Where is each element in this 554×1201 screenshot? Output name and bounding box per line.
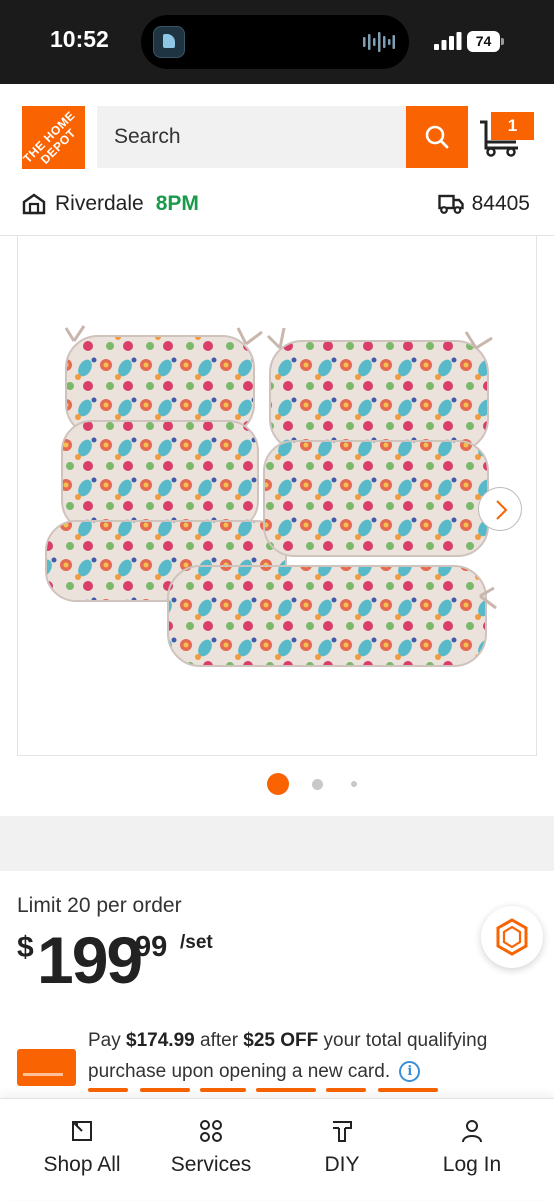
price-currency: $ <box>17 931 34 964</box>
nav-label: Log In <box>442 1153 502 1176</box>
store-selector[interactable]: Riverdale 8PM <box>22 189 199 219</box>
search-button[interactable] <box>406 106 468 168</box>
audio-wave-icon <box>363 32 395 52</box>
nav-shop-all[interactable]: Shop All <box>13 1099 151 1201</box>
zip-code: 84405 <box>471 192 530 215</box>
battery-icon: 74 <box>467 31 504 52</box>
price-cents: 99 <box>135 931 168 963</box>
diy-icon <box>333 1121 352 1142</box>
gallery-dot-active[interactable] <box>267 773 289 795</box>
status-bar: 10:52 74 <box>0 0 554 84</box>
nav-services[interactable]: Services <box>142 1099 280 1201</box>
section-divider <box>0 816 554 871</box>
store-icon <box>22 193 46 215</box>
nav-diy[interactable]: DIY <box>273 1099 411 1201</box>
nav-label: Shop All <box>43 1153 121 1176</box>
user-icon <box>462 1120 482 1143</box>
app-icon <box>153 26 185 58</box>
gallery-dot[interactable] <box>351 781 357 787</box>
nav-label: DIY <box>324 1153 360 1176</box>
site-header: THE HOME DEPOT 1 Riverdale 8PM <box>0 84 554 236</box>
price-whole: 199 <box>37 923 143 997</box>
nav-label: Services <box>170 1153 252 1176</box>
assistant-button[interactable] <box>481 906 543 968</box>
delivery-truck-icon <box>437 194 464 214</box>
store-name: Riverdale <box>55 192 144 215</box>
dynamic-island <box>141 15 409 69</box>
home-depot-logo[interactable]: THE HOME DEPOT <box>22 106 85 169</box>
delivery-zip-selector[interactable]: 84405 <box>437 189 530 219</box>
search-input[interactable] <box>114 125 394 149</box>
gallery-dot[interactable] <box>312 779 323 790</box>
store-close-time: 8PM <box>155 192 199 215</box>
gallery-pagination <box>0 772 554 796</box>
status-time: 10:52 <box>50 26 109 52</box>
battery-level: 74 <box>467 31 500 52</box>
bottom-navigation: Shop All Services DIY Log In <box>0 1098 554 1200</box>
order-limit: Limit 20 per order <box>17 894 182 917</box>
signal-icon <box>434 32 462 50</box>
promo-discount: $25 OFF <box>243 1030 319 1051</box>
product-image <box>45 325 497 667</box>
gallery-next-button[interactable] <box>478 487 522 531</box>
nav-log-in[interactable]: Log In <box>403 1099 541 1201</box>
promo-link-partial[interactable] <box>88 1088 468 1098</box>
cart-count-badge: 1 <box>491 112 534 140</box>
search-box[interactable] <box>97 106 407 168</box>
services-icon <box>200 1120 222 1142</box>
promo-pay-amount: $174.99 <box>126 1030 195 1051</box>
credit-card-image <box>17 1049 76 1086</box>
shop-all-icon <box>72 1121 92 1141</box>
card-promo-text: Pay $174.99 after $25 OFF your total qua… <box>88 1030 488 1082</box>
info-icon[interactable]: i <box>399 1061 421 1082</box>
search-icon <box>425 125 449 149</box>
product-image-gallery[interactable] <box>17 236 537 756</box>
logo-text: THE HOME DEPOT <box>22 108 79 167</box>
price-unit: /set <box>180 932 213 953</box>
cart-button[interactable]: 1 <box>478 108 538 158</box>
hexagon-icon <box>496 918 528 956</box>
chevron-right-icon <box>496 500 508 520</box>
